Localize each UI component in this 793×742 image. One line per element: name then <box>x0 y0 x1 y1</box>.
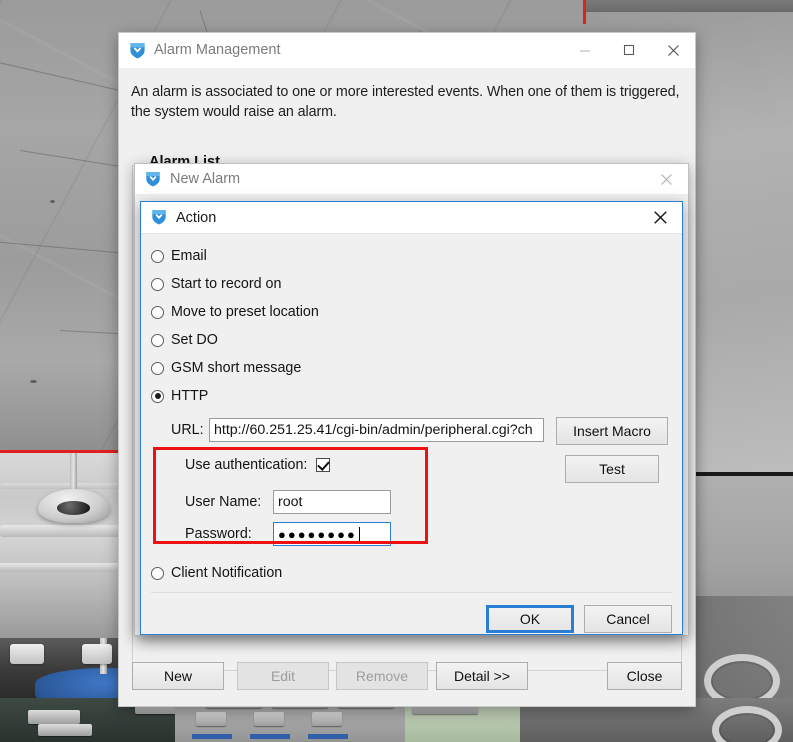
alarm-management-titlebar[interactable]: Alarm Management <box>119 33 695 68</box>
close-button[interactable] <box>638 202 682 234</box>
radio-indicator <box>151 278 164 291</box>
new-alarm-titlebar[interactable]: New Alarm <box>135 164 688 194</box>
radio-gsm-short-message[interactable]: GSM short message <box>151 354 671 382</box>
text-caret <box>359 527 360 542</box>
radio-indicator <box>151 567 164 580</box>
action-type-radio-group: Email Start to record on Move to preset … <box>151 242 671 410</box>
radio-client-notification[interactable]: Client Notification <box>151 559 282 587</box>
use-authentication-checkbox[interactable] <box>316 458 330 472</box>
alarm-management-title: Alarm Management <box>154 42 281 58</box>
radio-label: Start to record on <box>171 276 281 292</box>
action-titlebar[interactable]: Action <box>141 202 682 234</box>
radio-indicator <box>151 306 164 319</box>
action-title: Action <box>176 210 216 226</box>
insert-macro-button[interactable]: Insert Macro <box>556 417 668 445</box>
use-authentication-row[interactable]: Use authentication: <box>185 457 330 473</box>
url-input[interactable]: http://60.251.25.41/cgi-bin/admin/periph… <box>209 418 544 442</box>
authentication-panel: Use authentication: User Name: root Pass… <box>163 452 419 552</box>
password-masked-value: ●●●●●●●● <box>278 527 357 542</box>
test-button[interactable]: Test <box>565 455 659 483</box>
url-label: URL: <box>171 422 204 438</box>
radio-indicator <box>151 390 164 403</box>
cancel-button[interactable]: Cancel <box>584 605 672 633</box>
detail-button[interactable]: Detail >> <box>436 662 528 690</box>
password-label: Password: <box>185 526 273 542</box>
password-row: Password: ●●●●●●●● <box>185 522 391 546</box>
shield-icon <box>129 42 146 59</box>
alarm-management-description: An alarm is associated to one or more in… <box>119 68 695 122</box>
username-input[interactable]: root <box>273 490 391 514</box>
username-label: User Name: <box>185 494 273 510</box>
radio-move-to-preset-location[interactable]: Move to preset location <box>151 298 671 326</box>
close-button[interactable] <box>644 163 688 195</box>
radio-set-do[interactable]: Set DO <box>151 326 671 354</box>
bg-tile-top-right-bar <box>586 0 793 12</box>
radio-label: Client Notification <box>171 565 282 581</box>
minimize-button[interactable] <box>563 34 607 66</box>
radio-email[interactable]: Email <box>151 242 671 270</box>
edit-button[interactable]: Edit <box>237 662 329 690</box>
shield-icon <box>145 171 162 188</box>
action-window: Action Email Start to record on Move to … <box>140 201 683 635</box>
footer-divider <box>151 592 672 593</box>
use-authentication-label: Use authentication: <box>185 457 307 473</box>
new-alarm-title: New Alarm <box>170 171 240 187</box>
radio-start-to-record-on[interactable]: Start to record on <box>151 270 671 298</box>
close-button[interactable] <box>651 34 695 66</box>
radio-label: Move to preset location <box>171 304 319 320</box>
radio-http[interactable]: HTTP <box>151 382 671 410</box>
radio-label: Email <box>171 248 207 264</box>
username-row: User Name: root <box>185 490 391 514</box>
alarm-management-button-bar: New Edit Remove Detail >> Close <box>119 654 695 706</box>
close-dialog-button[interactable]: Close <box>607 662 682 690</box>
radio-indicator <box>151 250 164 263</box>
new-button[interactable]: New <box>132 662 224 690</box>
radio-indicator <box>151 362 164 375</box>
radio-label: Set DO <box>171 332 218 348</box>
ok-button[interactable]: OK <box>486 605 574 633</box>
shield-icon <box>151 209 168 226</box>
remove-button[interactable]: Remove <box>336 662 428 690</box>
password-input[interactable]: ●●●●●●●● <box>273 522 391 546</box>
radio-indicator <box>151 334 164 347</box>
radio-label: GSM short message <box>171 360 301 376</box>
radio-label: HTTP <box>171 388 208 404</box>
maximize-button[interactable] <box>607 34 651 66</box>
